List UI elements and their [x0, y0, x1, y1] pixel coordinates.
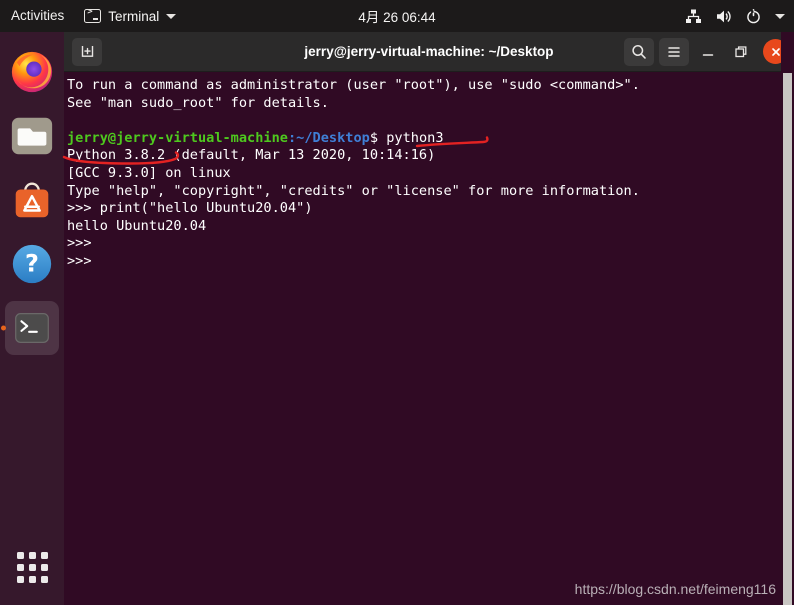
chevron-down-icon — [775, 13, 785, 19]
terminal-text-segment: See "man sudo_root" for details. — [67, 94, 329, 111]
terminal-text-segment: [GCC 9.3.0] on linux — [67, 164, 231, 181]
terminal-icon — [15, 313, 49, 343]
new-tab-button[interactable] — [72, 37, 102, 66]
search-button[interactable] — [624, 37, 654, 66]
watermark-text: https://blog.csdn.net/feimeng116 — [574, 581, 776, 597]
terminal-window: jerry@jerry-virtual-machine: ~/Desktop T… — [64, 32, 794, 605]
network-wired-icon — [685, 8, 702, 25]
terminal-line: jerry@jerry-virtual-machine:~/Desktop$ p… — [67, 130, 794, 148]
terminal-text-segment: : — [287, 129, 297, 146]
chevron-down-icon — [166, 13, 177, 19]
terminal-text-segment: >>> — [67, 252, 92, 269]
terminal-icon — [84, 7, 102, 23]
software-icon — [15, 182, 49, 218]
terminal-line: >>> print("hello Ubuntu20.04") — [67, 200, 794, 218]
terminal-line: To run a command as administrator (user … — [67, 77, 794, 95]
desktop-screen: Activities Terminal 4月 26 06:44 — [0, 0, 794, 605]
maximize-button[interactable] — [727, 38, 755, 66]
running-indicator-dot — [1, 325, 6, 331]
terminal-text-segment: Type "help", "copyright", "credits" or "… — [67, 182, 640, 199]
activities-button[interactable]: Activities — [0, 0, 76, 32]
terminal-line: Python 3.8.2 (default, Mar 13 2020, 10:1… — [67, 147, 794, 165]
terminal-text-segment: >>> print("hello Ubuntu20.04") — [67, 200, 313, 217]
terminal-line: See "man sudo_root" for details. — [67, 95, 794, 113]
minimize-button[interactable] — [694, 38, 722, 66]
window-controls — [624, 37, 788, 66]
terminal-text-segment: hello Ubuntu20.04 — [67, 217, 207, 234]
terminal-text-segment: $ python3 — [369, 129, 444, 146]
dock-item-help[interactable]: ? — [0, 232, 64, 296]
app-menu-label: Terminal — [108, 8, 160, 24]
show-applications-button[interactable] — [0, 539, 64, 595]
help-icon: ? — [12, 244, 52, 284]
terminal-line: [GCC 9.3.0] on linux — [67, 165, 794, 183]
terminal-line: >>> — [67, 253, 794, 271]
svg-text:?: ? — [25, 250, 39, 278]
power-icon — [745, 8, 762, 25]
volume-icon — [715, 8, 732, 25]
terminal-scrollbar-thumb[interactable] — [783, 73, 792, 605]
terminal-line: >>> — [67, 235, 794, 253]
dock-item-terminal[interactable] — [0, 296, 64, 360]
terminal-output[interactable]: To run a command as administrator (user … — [64, 72, 794, 605]
ubuntu-dock: ? — [0, 32, 64, 605]
files-icon — [11, 117, 53, 155]
terminal-line: hello Ubuntu20.04 — [67, 218, 794, 236]
dock-item-software[interactable] — [0, 168, 64, 232]
terminal-text-segment: To run a command as administrator (user … — [67, 77, 640, 93]
terminal-titlebar: jerry@jerry-virtual-machine: ~/Desktop — [64, 32, 794, 72]
grid-icon — [16, 551, 48, 583]
hamburger-menu-button[interactable] — [659, 37, 689, 66]
firefox-icon — [11, 51, 53, 93]
dock-item-files[interactable] — [0, 104, 64, 168]
app-menu-terminal[interactable]: Terminal — [76, 0, 184, 32]
system-tray[interactable] — [685, 8, 785, 25]
terminal-text-segment: ~/Desktop — [296, 129, 370, 146]
terminal-text-segment: Python 3.8.2 (default, Mar 13 2020, 10:1… — [67, 147, 436, 164]
dock-item-firefox[interactable] — [0, 40, 64, 104]
terminal-line: Type "help", "copyright", "credits" or "… — [67, 183, 794, 201]
gnome-top-bar: Activities Terminal 4月 26 06:44 — [0, 0, 794, 32]
terminal-text-segment: >>> — [67, 235, 92, 252]
terminal-text-segment: jerry@jerry-virtual-machine — [67, 129, 288, 146]
